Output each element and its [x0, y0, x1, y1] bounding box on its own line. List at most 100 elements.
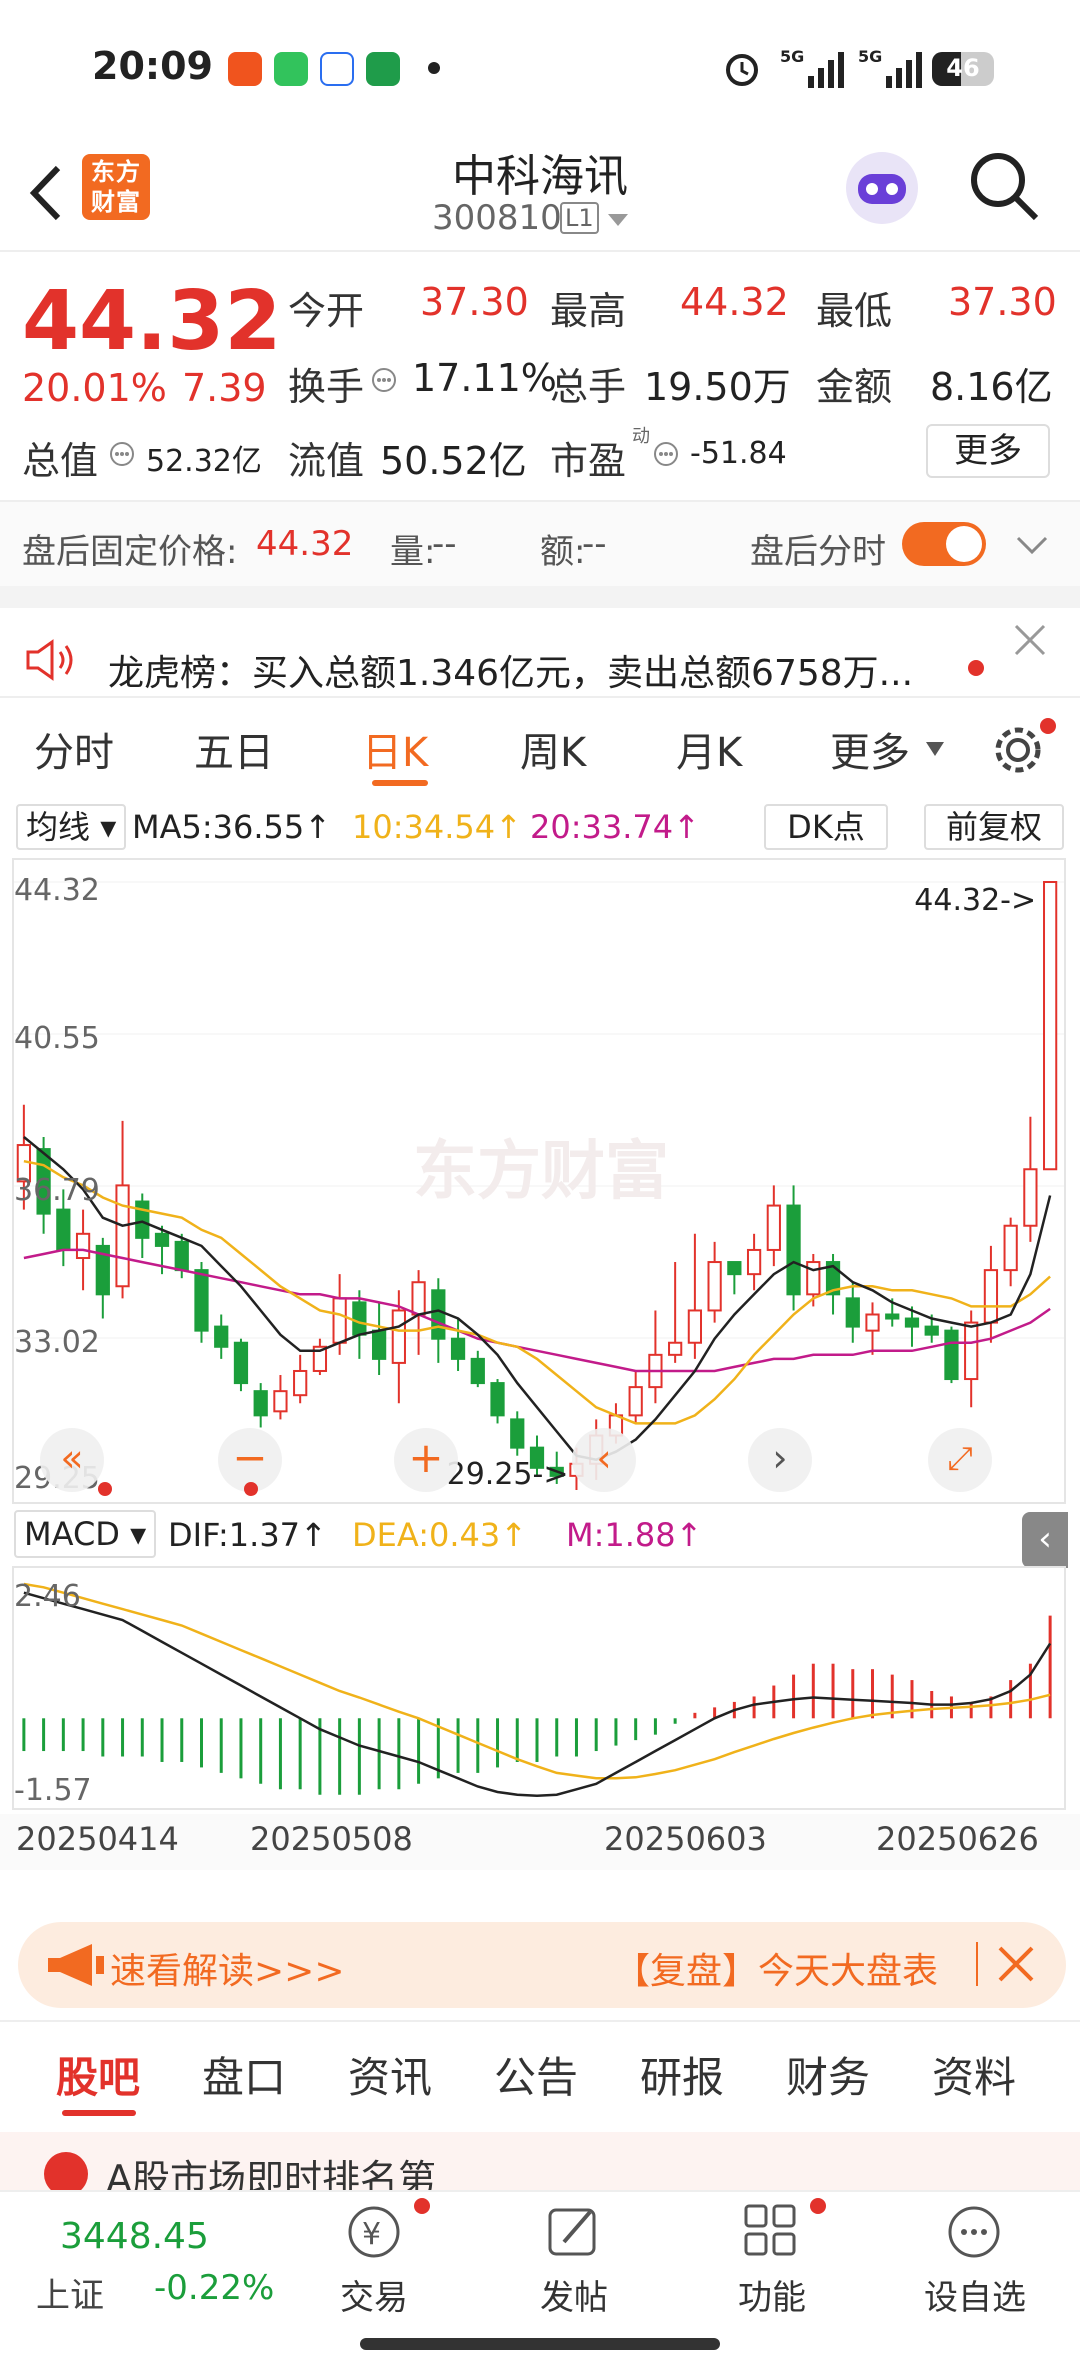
- candle-body: [983, 1269, 999, 1324]
- banner-ticker-text: 速看解读>>>: [110, 1951, 345, 1992]
- tab-orderbook[interactable]: 盘口: [202, 2044, 286, 2105]
- candle-body: [746, 1248, 762, 1276]
- back-arrow-icon[interactable]: [20, 158, 70, 228]
- price-adjust-button[interactable]: 前复权: [924, 804, 1064, 850]
- candle-body: [293, 1369, 308, 1397]
- candle-body: [668, 1341, 683, 1356]
- signal-5g-icon-2: 5G: [858, 47, 922, 88]
- tab-monthly-k[interactable]: 月K: [676, 720, 742, 778]
- low-value: 37.30: [948, 280, 1057, 324]
- info-icon[interactable]: [108, 440, 136, 468]
- candle-body: [391, 1309, 406, 1364]
- active-tab-indicator: [62, 2110, 136, 2116]
- tab-five-day[interactable]: 五日: [194, 720, 274, 778]
- open-value: 37.30: [420, 280, 529, 324]
- tab-announcements[interactable]: 公告: [494, 2044, 578, 2105]
- ma10-value: 10:34.54↑: [352, 808, 522, 846]
- candle-body: [1043, 881, 1058, 1171]
- more-button[interactable]: 更多: [926, 424, 1050, 478]
- macd-axis-label: 2.46: [14, 1579, 81, 1614]
- tab-weekly-k[interactable]: 周K: [520, 720, 586, 778]
- tab-research[interactable]: 研报: [640, 2044, 724, 2105]
- price-axis-label: 36.79: [14, 1173, 100, 1208]
- news-banner[interactable]: 速看解读>>> 【复盘】今天大盘表: [18, 1922, 1066, 2008]
- max-price-label: 44.32->: [914, 883, 1036, 918]
- mktcap-label: 总值: [22, 439, 99, 483]
- dk-point-button[interactable]: DK点: [764, 804, 888, 850]
- status-bar: 20:09 5G 5G 46: [0, 0, 1080, 140]
- pe-label: 市盈: [550, 439, 627, 483]
- candle-body: [1023, 1168, 1038, 1227]
- candle-body: [885, 1313, 900, 1320]
- more-notifications-dot: [428, 62, 440, 74]
- speaker-icon: [26, 639, 73, 681]
- trade-icon[interactable]: ¥: [344, 2202, 408, 2260]
- candle-body: [490, 1382, 505, 1417]
- ma20-line: [23, 1248, 1051, 1373]
- macd-chart[interactable]: 2.46 -1.57: [12, 1566, 1066, 1810]
- low-label: 最低: [816, 289, 893, 333]
- search-icon[interactable]: [966, 148, 1042, 224]
- candle-body: [766, 1204, 781, 1251]
- divider: [0, 586, 1080, 608]
- info-icon[interactable]: [652, 440, 680, 468]
- date-tick-1: 20250414: [16, 1820, 179, 1858]
- macd-dif: DIF:1.37↑: [168, 1516, 327, 1554]
- date-tick-3: 20250603: [604, 1820, 767, 1858]
- settings-badge: [1040, 718, 1056, 734]
- price-axis-label: 33.02: [14, 1325, 100, 1360]
- k-chart[interactable]: 东方财富44.3240.5536.7933.0229.2544.32->29.2…: [12, 858, 1068, 1504]
- zoom-in-button[interactable]: +: [394, 1428, 458, 1492]
- app-logo: 东方财富: [82, 154, 150, 220]
- candle-body: [233, 1341, 249, 1385]
- candle-body: [924, 1325, 939, 1336]
- after-hours-toggle[interactable]: [902, 522, 986, 566]
- fullscreen-icon[interactable]: ⤢: [928, 1428, 992, 1492]
- post-label[interactable]: 发帖: [540, 2270, 608, 2319]
- chevron-down-icon[interactable]: [1014, 530, 1050, 560]
- scroll-left-button[interactable]: ‹: [572, 1428, 636, 1492]
- ma-select[interactable]: 均线 ▾: [16, 804, 127, 850]
- functions-badge: [810, 2198, 826, 2214]
- scroll-right-button[interactable]: ›: [748, 1428, 812, 1492]
- close-icon[interactable]: [994, 1942, 1038, 1986]
- tab-daily-k[interactable]: 日K: [362, 720, 428, 778]
- index-name: 上证: [36, 2276, 104, 2316]
- functions-grid-icon[interactable]: [742, 2202, 800, 2260]
- notice-bar[interactable]: 龙虎榜：买入总额1.346亿元，卖出总额6758万...: [0, 608, 1080, 696]
- macd-bar: MACD ▾ DIF:1.37↑ DEA:0.43↑ M:1.88↑ ‹: [0, 1506, 1080, 1568]
- watchlist-icon[interactable]: [944, 2202, 1004, 2260]
- oppo-app-icon: [366, 52, 400, 86]
- trade-badge: [414, 2198, 430, 2214]
- functions-label[interactable]: 功能: [738, 2270, 806, 2319]
- level-dropdown-icon[interactable]: [606, 210, 630, 230]
- watchlist-label[interactable]: 设自选: [924, 2270, 1026, 2319]
- tab-forum[interactable]: 股吧: [56, 2044, 140, 2105]
- candle-body: [944, 1329, 959, 1381]
- post-edit-icon[interactable]: [544, 2202, 604, 2260]
- tab-finance[interactable]: 财务: [786, 2044, 870, 2105]
- robot-assistant-icon[interactable]: [840, 146, 924, 230]
- alarm-icon: [726, 54, 758, 86]
- candle-body: [510, 1418, 525, 1449]
- scroll-left-fast-button[interactable]: «: [40, 1428, 104, 1492]
- level-badge[interactable]: L1: [560, 202, 599, 234]
- last-price: 44.32: [22, 274, 282, 369]
- tab-profile[interactable]: 资料: [932, 2044, 1016, 2105]
- ranking-peek[interactable]: A股市场即时排名第: [0, 2132, 1080, 2190]
- settings-gear-icon[interactable]: [990, 722, 1046, 778]
- collapse-panel-button[interactable]: ‹: [1022, 1512, 1068, 1568]
- tab-intraday[interactable]: 分时: [34, 720, 114, 778]
- mktcap-value: 52.32亿: [146, 444, 262, 479]
- banner-tag: 【复盘】今天大盘表: [614, 1951, 939, 1992]
- tab-news[interactable]: 资讯: [348, 2044, 432, 2105]
- tab-more[interactable]: 更多: [830, 720, 910, 778]
- info-icon[interactable]: [370, 366, 398, 394]
- candle-body: [904, 1317, 920, 1328]
- macd-select[interactable]: MACD ▾: [14, 1510, 157, 1558]
- title-bar: 东方财富 中科海讯 300810 L1: [0, 140, 1080, 252]
- after-hours-toggle-label: 盘后分时: [750, 532, 886, 572]
- trade-label[interactable]: 交易: [340, 2270, 408, 2319]
- candle-body: [1003, 1224, 1018, 1272]
- close-icon[interactable]: [1010, 620, 1050, 660]
